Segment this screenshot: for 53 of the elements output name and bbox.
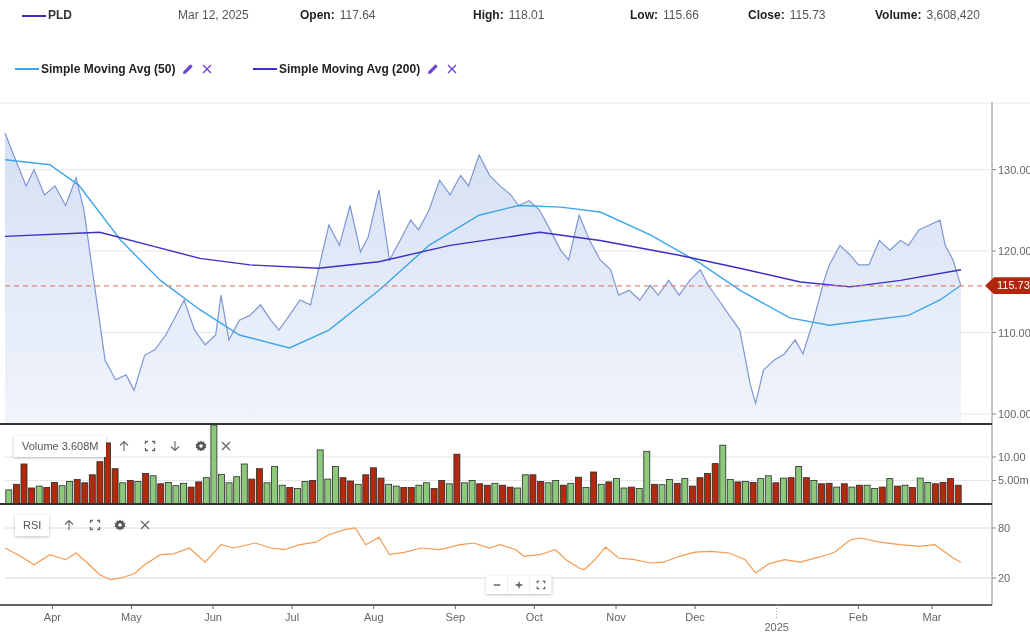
panel-label: RSI — [15, 515, 50, 536]
settings-icon[interactable] — [195, 440, 207, 452]
axis-label: 110.00 — [998, 326, 1030, 339]
axis-label: Oct — [525, 611, 543, 623]
axis-label: Jul — [285, 611, 300, 623]
axis-label: Mar — [922, 611, 942, 623]
field-value: 115.66 — [663, 8, 699, 22]
field-label: Volume: — [875, 8, 922, 22]
axis-label: Nov — [606, 611, 626, 623]
axis-label: 20 — [998, 572, 1011, 584]
close-icon[interactable] — [201, 63, 214, 75]
field-label: High: — [473, 8, 504, 22]
expand-icon[interactable] — [89, 519, 101, 531]
last-price-tag: 115.73 — [985, 277, 1030, 295]
field-label: Open: — [300, 8, 335, 22]
up-arrow-icon[interactable] — [63, 519, 75, 531]
field-label: Close: — [748, 8, 785, 22]
axis-label: Jun — [204, 611, 222, 623]
field-value: 117.64 — [339, 8, 376, 22]
pencil-icon[interactable] — [182, 63, 195, 75]
axis-label: 5.00m — [998, 474, 1029, 487]
field-value: 118.01 — [508, 8, 545, 22]
pencil-icon[interactable] — [427, 63, 440, 75]
zoom-out-button[interactable] — [486, 576, 508, 594]
axis-label: Feb — [848, 611, 868, 623]
zoom-in-button[interactable] — [508, 576, 530, 594]
up-arrow-icon[interactable] — [118, 440, 130, 452]
axis-label: 80 — [998, 522, 1011, 534]
date-label: Mar 12, 2025 — [178, 7, 250, 24]
settings-icon[interactable] — [114, 519, 126, 531]
zoom-in-icon — [513, 580, 524, 590]
axis-label: Dec — [685, 611, 705, 623]
axis-label: Aug — [363, 611, 384, 623]
field-label: Low: — [630, 8, 658, 22]
axis-label: Sep — [445, 611, 466, 623]
series-line-icon — [22, 14, 46, 17]
panel-label: Volume 3.608M — [14, 436, 107, 457]
down-arrow-icon[interactable] — [169, 440, 181, 452]
expand-icon[interactable] — [144, 440, 156, 452]
field-value: 3,608,420 — [926, 8, 980, 22]
close-icon[interactable] — [139, 519, 151, 531]
close-icon[interactable] — [446, 63, 459, 75]
year-label: 2025 — [764, 621, 789, 633]
axis-label: 10.00 — [998, 451, 1026, 463]
indicator-name: Simple Moving Avg (50) — [41, 61, 176, 78]
fit-button[interactable] — [530, 576, 552, 594]
axis-label: May — [121, 611, 142, 623]
axis-label: Apr — [43, 611, 61, 623]
close-icon[interactable] — [220, 440, 232, 452]
expand-icon — [535, 580, 546, 590]
field-value: 115.73 — [789, 8, 826, 22]
indicator-name: Simple Moving Avg (200) — [279, 61, 421, 78]
symbol-label: PLD — [48, 8, 72, 22]
